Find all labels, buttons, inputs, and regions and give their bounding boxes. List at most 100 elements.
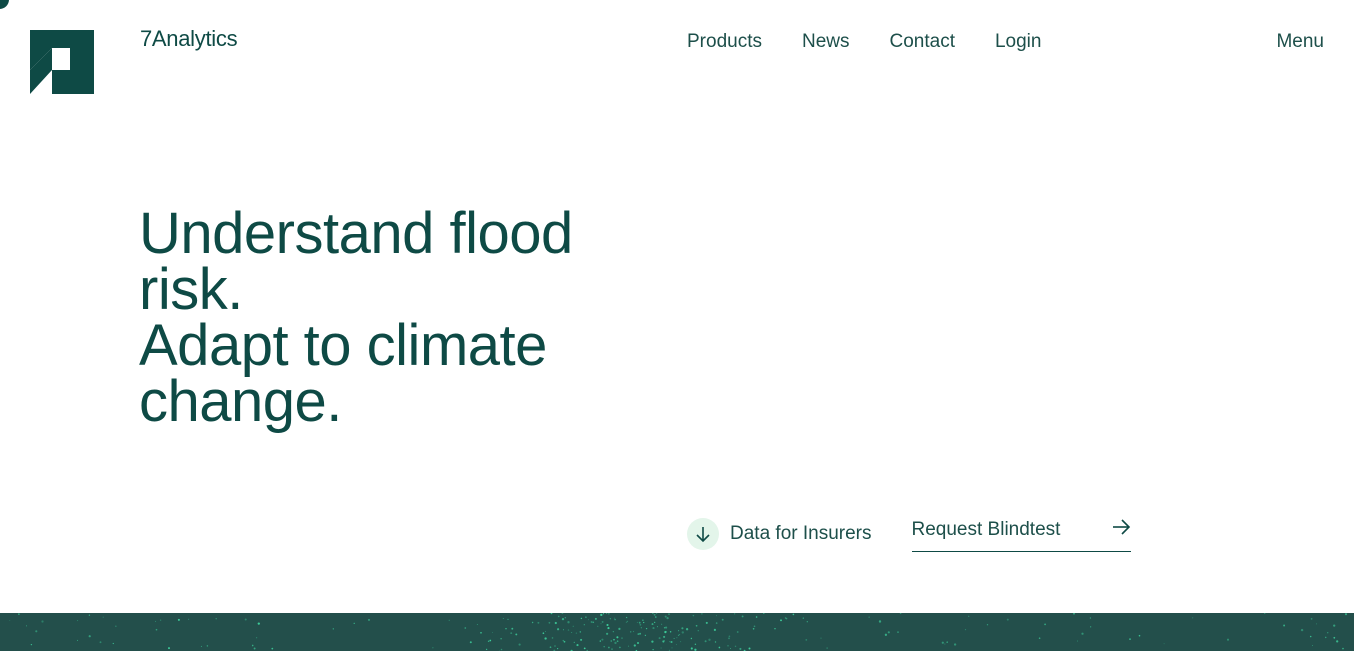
speckle-dot xyxy=(550,613,553,615)
speckle-dot xyxy=(632,630,635,633)
arrow-down-icon xyxy=(687,517,719,550)
page-scrollbar[interactable] xyxy=(1354,0,1366,651)
speckle-dot xyxy=(638,621,641,624)
speckle-dot xyxy=(588,619,589,621)
speckle-dot xyxy=(802,617,804,619)
speckle-dot xyxy=(489,639,492,642)
speckle-dot xyxy=(964,628,967,631)
speckle-dot xyxy=(1283,624,1286,627)
speckle-dot xyxy=(469,641,472,644)
nav-item-contact[interactable]: Contact xyxy=(890,31,955,53)
speckle-dot xyxy=(563,640,566,643)
speckle-dot xyxy=(730,647,731,649)
speckle-pattern xyxy=(9,613,1348,651)
speckle-dot xyxy=(1129,638,1131,640)
speckle-dot xyxy=(542,632,545,635)
speckle-dot xyxy=(716,615,717,617)
brand-name[interactable]: 7Analytics xyxy=(140,26,238,52)
speckle-dot xyxy=(1072,613,1076,615)
speckle-dot xyxy=(681,631,684,634)
speckle-dot xyxy=(88,635,91,638)
speckle-dot xyxy=(332,628,334,630)
main-nav: Products News Contact Login xyxy=(687,31,1081,53)
speckle-dot xyxy=(673,638,675,640)
speckle-dot xyxy=(614,641,617,645)
speckle-dot xyxy=(1090,626,1092,628)
speckle-dot xyxy=(562,629,564,631)
menu-button[interactable]: Menu xyxy=(1276,31,1324,53)
speckle-dot xyxy=(580,638,583,641)
speckle-dot xyxy=(668,613,670,615)
speckle-dot xyxy=(663,627,666,629)
speckle-dot xyxy=(599,640,601,642)
speckle-dot xyxy=(633,644,636,647)
speckle-dot xyxy=(545,631,547,633)
speckle-dot xyxy=(487,640,490,642)
speckle-dot xyxy=(77,639,78,641)
speckle-dot xyxy=(681,627,684,630)
speckle-dot xyxy=(677,634,679,636)
speckle-dot xyxy=(572,625,574,627)
speckle-dot xyxy=(780,619,782,622)
speckle-dot xyxy=(675,644,677,646)
speckle-dot xyxy=(605,632,609,635)
speckle-dot xyxy=(200,645,202,647)
speckle-dot xyxy=(695,624,698,627)
speckle-dot xyxy=(567,629,570,631)
speckle-dot xyxy=(571,631,573,633)
speckle-dot xyxy=(613,638,615,641)
speckle-dot xyxy=(610,640,612,642)
speckle-dot xyxy=(41,620,44,623)
speckle-dot xyxy=(713,628,717,632)
speckle-dot xyxy=(878,620,882,623)
speckle-dot xyxy=(554,645,556,647)
speckle-dot xyxy=(868,616,870,618)
speckle-dot xyxy=(1044,623,1046,626)
7analytics-logo-icon[interactable] xyxy=(30,30,94,94)
speckle-dot xyxy=(752,628,755,630)
speckle-dot xyxy=(1138,634,1141,637)
speckle-dot xyxy=(561,613,564,614)
speckle-dot xyxy=(651,623,654,626)
speckle-dot xyxy=(367,618,371,621)
speckle-dot xyxy=(651,640,654,643)
nav-item-products[interactable]: Products xyxy=(687,31,762,53)
speckle-dot xyxy=(168,647,170,650)
nav-item-news[interactable]: News xyxy=(802,31,850,53)
speckle-dot xyxy=(353,622,355,624)
request-blindtest-button[interactable]: Request Blindtest xyxy=(911,515,1131,552)
data-for-insurers-label: Data for Insurers xyxy=(730,522,872,544)
speckle-dot xyxy=(643,621,645,624)
speckle-dot xyxy=(654,621,656,623)
speckle-dot xyxy=(253,647,256,650)
speckle-dot xyxy=(665,626,668,629)
nav-item-login[interactable]: Login xyxy=(995,31,1042,53)
speckle-dot xyxy=(507,618,509,621)
speckle-dot xyxy=(941,641,944,644)
speckle-dot xyxy=(575,632,578,634)
speckle-dot xyxy=(714,641,717,643)
data-for-insurers-link[interactable]: Data for Insurers xyxy=(687,517,872,550)
speckle-dot xyxy=(585,616,587,618)
speckle-dot xyxy=(734,613,736,615)
speckle-dot xyxy=(580,617,583,620)
speckle-dot xyxy=(206,645,209,647)
speckle-dot xyxy=(1226,638,1230,641)
speckle-dot xyxy=(727,645,729,647)
speckle-dot xyxy=(1089,617,1092,619)
speckle-dot xyxy=(597,625,599,627)
speckle-dot xyxy=(645,627,648,630)
speckle-dot xyxy=(554,621,557,625)
speckle-dot xyxy=(609,618,612,620)
speckle-dot xyxy=(579,631,582,633)
speckle-dot xyxy=(616,640,619,643)
speckle-dot xyxy=(664,615,667,618)
speckle-dot xyxy=(35,630,38,633)
speckle-dot xyxy=(826,647,828,649)
speckle-dot xyxy=(639,623,642,626)
speckle-dot xyxy=(660,647,662,649)
speckle-dot xyxy=(562,639,565,642)
speckle-dot xyxy=(537,621,540,624)
speckle-dot xyxy=(887,631,890,634)
speckle-dot xyxy=(551,637,554,639)
